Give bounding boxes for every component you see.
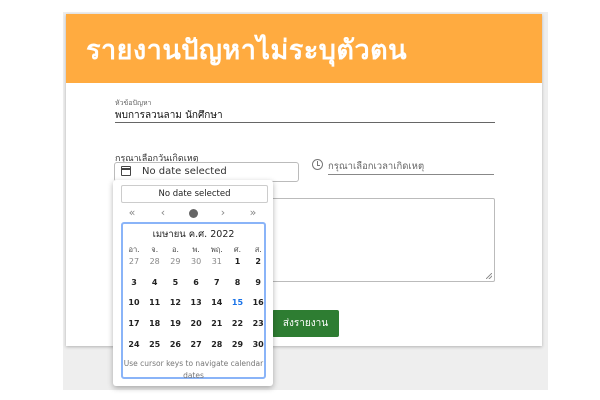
calendar-day[interactable]: 28 (145, 257, 165, 266)
calendar-day[interactable]: 15 (228, 298, 248, 307)
calendar-day[interactable]: 22 (228, 319, 248, 328)
topic-input[interactable]: พบการลวนลาม นักศึกษา (115, 108, 223, 123)
calendar-day[interactable]: 9 (248, 278, 268, 287)
date-value: No date selected (142, 166, 227, 177)
month-title: เมษายน ค.ศ. 2022 (152, 229, 235, 240)
details-textarea[interactable] (271, 198, 495, 282)
resize-handle-icon[interactable] (486, 273, 492, 279)
calendar-day[interactable]: 4 (145, 278, 165, 287)
calendar-day[interactable]: 5 (165, 278, 185, 287)
calendar-day[interactable]: 29 (165, 257, 185, 266)
calendar-day[interactable]: 23 (248, 319, 268, 328)
calendar-day[interactable]: 8 (228, 278, 248, 287)
calendar-day[interactable]: 31 (207, 257, 227, 266)
calendar-popup: No date selected « ‹ › » เมษายน ค.ศ. 202… (113, 180, 273, 386)
calendar-day[interactable]: 14 (207, 298, 227, 307)
date-picker-button[interactable]: No date selected (114, 162, 299, 182)
calendar-day[interactable]: 10 (124, 298, 144, 307)
weekday-label: พ. (192, 245, 200, 254)
calendar-day[interactable]: 30 (248, 340, 268, 349)
calendar-day[interactable]: 19 (165, 319, 185, 328)
calendar-day[interactable]: 2 (248, 257, 268, 266)
calendar-nav: « ‹ › » (113, 206, 273, 220)
calendar-day[interactable]: 12 (165, 298, 185, 307)
weekday-label: ส. (254, 245, 262, 254)
calendar-day[interactable]: 27 (124, 257, 144, 266)
time-underline (328, 174, 494, 175)
weekday-label: จ. (151, 245, 159, 254)
current-month-button[interactable] (189, 209, 198, 218)
calendar-day[interactable]: 26 (165, 340, 185, 349)
calendar-day[interactable]: 17 (124, 319, 144, 328)
calendar-day[interactable]: 18 (145, 319, 165, 328)
weekday-label: อา. (128, 245, 140, 254)
form-header: รายงานปัญหาไม่ระบุตัวตน (66, 14, 542, 83)
weekday-label: อ. (171, 245, 179, 254)
calendar-day[interactable]: 30 (186, 257, 206, 266)
next-year-button[interactable]: » (246, 206, 260, 220)
page-title: รายงานปัญหาไม่ระบุตัวตน (86, 35, 408, 66)
topic-underline (115, 122, 495, 123)
prev-year-button[interactable]: « (125, 206, 139, 220)
calendar-day[interactable]: 13 (186, 298, 206, 307)
calendar-day[interactable]: 27 (186, 340, 206, 349)
weekday-label: พฤ. (210, 245, 223, 254)
calendar-day[interactable]: 11 (145, 298, 165, 307)
calendar-grid: เมษายน ค.ศ. 2022 Use cursor keys to navi… (121, 222, 268, 380)
calendar-day[interactable]: 7 (207, 278, 227, 287)
submit-button[interactable]: ส่งรายงาน (272, 310, 339, 337)
calendar-day[interactable]: 6 (186, 278, 206, 287)
calendar-day[interactable]: 20 (186, 319, 206, 328)
weekday-label: ศ. (233, 245, 242, 254)
prev-month-button[interactable]: ‹ (156, 206, 170, 220)
clock-icon[interactable] (312, 159, 323, 170)
calendar-day[interactable]: 16 (248, 298, 268, 307)
calendar-day[interactable]: 21 (207, 319, 227, 328)
next-month-button[interactable]: › (216, 206, 230, 220)
calendar-day[interactable]: 28 (207, 340, 227, 349)
time-input[interactable]: กรุณาเลือกเวลาเกิดเหตุ (328, 159, 424, 174)
calendar-icon (121, 166, 131, 176)
calendar-day[interactable]: 29 (228, 340, 248, 349)
calendar-day[interactable]: 1 (228, 257, 248, 266)
calendar-day[interactable]: 24 (124, 340, 144, 349)
calendar-help-text: Use cursor keys to navigate calendar dat… (123, 359, 264, 380)
calendar-selected-date: No date selected (121, 185, 268, 203)
calendar-day[interactable]: 3 (124, 278, 144, 287)
calendar-day[interactable]: 25 (145, 340, 165, 349)
